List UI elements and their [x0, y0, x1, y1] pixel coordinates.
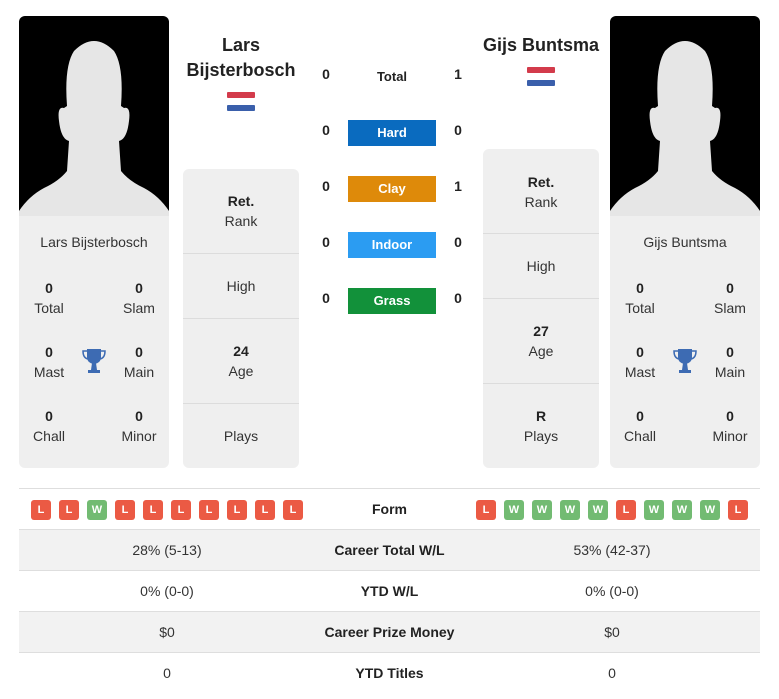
player2-rank: Ret. Rank — [524, 174, 558, 210]
player2-info-card: Ret. Rank High 27 Age R Plays — [483, 149, 599, 468]
player1-slam-titles: 0 Slam — [123, 280, 155, 316]
form-badge-loss[interactable]: L — [255, 500, 275, 520]
player2-career-wl: 53% (42-37) — [573, 542, 651, 558]
form-badge-win[interactable]: W — [700, 500, 720, 520]
form-badge-win[interactable]: W — [588, 500, 608, 520]
surface-hard-button[interactable]: Hard — [348, 120, 436, 146]
h2h-hard-p2: 0 — [454, 122, 462, 138]
ytd-wl-row: 0% (0-0) YTD W/L 0% (0-0) — [19, 570, 760, 611]
player2-mast-titles: 0 Mast — [624, 344, 656, 380]
player1-name-line1: Lars — [221, 35, 261, 55]
form-badge-loss[interactable]: L — [199, 500, 219, 520]
career-wl-row: 28% (5-13) Career Total W/L 53% (42-37) — [19, 529, 760, 570]
h2h-hard-p1: 0 — [322, 122, 330, 138]
player1-rank: Ret. Rank — [224, 193, 258, 229]
player2-age: 27 Age — [528, 323, 554, 359]
form-badge-win[interactable]: W — [532, 500, 552, 520]
player1-total-titles: 0 Total — [34, 280, 64, 316]
form-badge-win[interactable]: W — [672, 500, 692, 520]
trophy-icon — [673, 348, 697, 374]
form-badge-loss[interactable]: L — [476, 500, 496, 520]
form-badge-loss[interactable]: L — [143, 500, 163, 520]
player1-name-line2: Bijsterbosch — [186, 60, 296, 80]
player1-photo — [19, 16, 169, 216]
h2h-grass-p1: 0 — [322, 290, 330, 306]
form-label: Form — [372, 501, 407, 517]
ytd-titles-row: 0 YTD Titles 0 — [19, 652, 760, 693]
player1-minor-titles: 0 Minor — [121, 408, 157, 444]
form-badge-win[interactable]: W — [560, 500, 580, 520]
ytd-titles-label: YTD Titles — [355, 665, 424, 681]
player2-high: High — [526, 258, 556, 274]
surface-clay-button[interactable]: Clay — [348, 176, 436, 202]
h2h-clay-p1: 0 — [322, 178, 330, 194]
player2-slam-titles: 0 Slam — [714, 280, 746, 316]
trophy-icon — [82, 348, 106, 374]
netherlands-flag-icon — [227, 92, 255, 112]
player2-titles-card: Gijs Buntsma 0 Total 0 Slam 0 Mast 0 Main 0C… — [610, 216, 760, 468]
player1-career-wl: 28% (5-13) — [132, 542, 202, 558]
h2h-total-label: Total — [376, 69, 408, 84]
player2-photo — [610, 16, 760, 216]
player1-info-card: Ret. Rank High 24 Age Plays — [183, 169, 299, 468]
prize-money-label: Career Prize Money — [324, 624, 455, 640]
player2-name[interactable]: Gijs Buntsma — [476, 33, 606, 58]
form-badge-loss[interactable]: L — [115, 500, 135, 520]
h2h-indoor-p2: 0 — [454, 234, 462, 250]
player2-prize-money: $0 — [604, 624, 620, 640]
player1-card-name: Lars Bijsterbosch — [40, 234, 148, 250]
form-badge-loss[interactable]: L — [616, 500, 636, 520]
h2h-grass-p2: 0 — [454, 290, 462, 306]
player-silhouette-icon — [19, 41, 169, 216]
player1-form-badges: LLWLLLLLLL — [31, 500, 303, 520]
player2-chall-titles: 0 Chall — [624, 408, 656, 444]
form-badge-loss[interactable]: L — [728, 500, 748, 520]
player1-chall-titles: 0 Chall — [33, 408, 65, 444]
h2h-total-p2: 1 — [454, 66, 462, 82]
surface-grass-button[interactable]: Grass — [348, 288, 436, 314]
form-badge-win[interactable]: W — [87, 500, 107, 520]
player2-total-titles: 0 Total — [625, 280, 655, 316]
player2-ytd-titles: 0 — [608, 665, 616, 681]
player1-age: 24 Age — [228, 343, 254, 379]
player1-mast-titles: 0 Mast — [33, 344, 65, 380]
player2-form-badges: LWWWWLWWWL — [476, 500, 748, 520]
player1-name[interactable]: Lars Bijsterbosch — [183, 33, 299, 83]
h2h-indoor-p1: 0 — [322, 234, 330, 250]
surface-indoor-button[interactable]: Indoor — [348, 232, 436, 258]
player2-main-titles: 0 Main — [714, 344, 746, 380]
ytd-wl-label: YTD W/L — [360, 583, 419, 599]
form-row: LLWLLLLLLL Form LWWWWLWWWL — [19, 488, 760, 529]
player1-plays: Plays — [223, 428, 259, 444]
netherlands-flag-icon — [527, 67, 555, 87]
player2-plays: R Plays — [523, 408, 559, 444]
form-badge-loss[interactable]: L — [283, 500, 303, 520]
player1-main-titles: 0 Main — [123, 344, 155, 380]
career-wl-label: Career Total W/L — [334, 542, 445, 558]
form-badge-loss[interactable]: L — [171, 500, 191, 520]
player1-ytd-wl: 0% (0-0) — [140, 583, 194, 599]
form-badge-loss[interactable]: L — [227, 500, 247, 520]
form-badge-loss[interactable]: L — [31, 500, 51, 520]
player2-ytd-wl: 0% (0-0) — [585, 583, 639, 599]
player-silhouette-icon — [610, 41, 760, 216]
form-badge-loss[interactable]: L — [59, 500, 79, 520]
h2h-clay-p2: 1 — [454, 178, 462, 194]
prize-money-row: $0 Career Prize Money $0 — [19, 611, 760, 652]
player1-titles-card: Lars Bijsterbosch 0 Total 0 Slam 0 Mast 0 Ma… — [19, 216, 169, 468]
player1-prize-money: $0 — [159, 624, 175, 640]
form-badge-win[interactable]: W — [644, 500, 664, 520]
form-badge-win[interactable]: W — [504, 500, 524, 520]
player2-card-name: Gijs Buntsma — [643, 234, 727, 250]
h2h-total-p1: 0 — [322, 66, 330, 82]
player2-minor-titles: 0 Minor — [712, 408, 748, 444]
player1-high: High — [226, 278, 256, 294]
player1-ytd-titles: 0 — [163, 665, 171, 681]
